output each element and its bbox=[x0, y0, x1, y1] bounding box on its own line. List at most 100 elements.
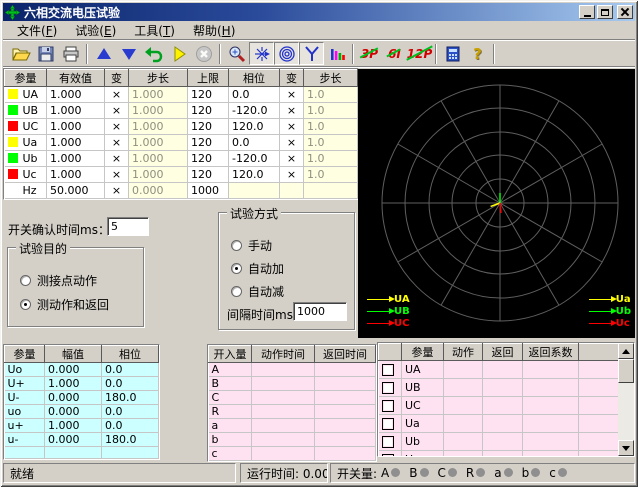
spiral-view-button[interactable] bbox=[274, 42, 299, 65]
phase-cell[interactable]: 0.0 bbox=[229, 135, 280, 151]
step-cell[interactable]: 1.0 bbox=[304, 87, 358, 103]
radio-button-icon[interactable] bbox=[231, 286, 242, 297]
maximize-button[interactable] bbox=[597, 5, 613, 19]
step-cell[interactable]: 1.0 bbox=[304, 151, 358, 167]
save-button[interactable] bbox=[33, 42, 58, 65]
mode-6i-button[interactable]: 6I bbox=[382, 42, 407, 65]
radio-button-icon[interactable] bbox=[20, 299, 31, 310]
limit-cell[interactable]: 120 bbox=[188, 167, 229, 183]
rms-cell[interactable]: 1.000 bbox=[47, 103, 105, 119]
interval-input[interactable] bbox=[293, 302, 347, 321]
row-checkbox[interactable] bbox=[382, 418, 394, 430]
radio-button-icon[interactable] bbox=[231, 263, 242, 274]
row-checkbox[interactable] bbox=[382, 400, 394, 412]
radio-test-act-return[interactable]: 测动作和返回 bbox=[20, 296, 109, 313]
app-icon[interactable] bbox=[5, 5, 20, 20]
switch-confirm-input[interactable] bbox=[107, 217, 149, 236]
row-checkbox[interactable] bbox=[382, 382, 394, 394]
vary-cell[interactable]: × bbox=[280, 151, 304, 167]
radio-auto-increase[interactable]: 自动加 bbox=[231, 260, 284, 277]
y-view-button[interactable] bbox=[299, 42, 324, 65]
step-cell[interactable]: 1.0 bbox=[304, 119, 358, 135]
radio-manual[interactable]: 手动 bbox=[231, 237, 272, 254]
start-button[interactable] bbox=[166, 42, 191, 65]
col-header[interactable]: 动作时间 bbox=[252, 346, 315, 363]
limit-cell[interactable]: 120 bbox=[188, 135, 229, 151]
step-cell[interactable]: 0.000 bbox=[129, 183, 188, 199]
limit-cell[interactable]: 120 bbox=[188, 87, 229, 103]
step-cell[interactable]: 1.0 bbox=[304, 103, 358, 119]
row-checkbox[interactable] bbox=[382, 364, 394, 376]
close-button[interactable] bbox=[617, 5, 633, 19]
scroll-up-button[interactable] bbox=[618, 343, 634, 359]
radio-test-contact[interactable]: 测接点动作 bbox=[20, 272, 97, 289]
vary-cell[interactable]: × bbox=[105, 87, 129, 103]
vary-cell[interactable]: × bbox=[105, 103, 129, 119]
col-header[interactable]: 步长 bbox=[129, 70, 188, 87]
phase-cell[interactable]: 0.0 bbox=[229, 87, 280, 103]
step-cell[interactable]: 1.000 bbox=[129, 119, 188, 135]
col-header[interactable]: 返回时间 bbox=[315, 346, 376, 363]
vary-cell[interactable]: × bbox=[105, 135, 129, 151]
rms-cell[interactable]: 50.000 bbox=[47, 183, 105, 199]
col-header[interactable]: 相位 bbox=[102, 346, 159, 363]
step-cell[interactable]: 1.000 bbox=[129, 135, 188, 151]
step-down-button[interactable] bbox=[116, 42, 141, 65]
col-header[interactable]: 参量 bbox=[402, 344, 444, 361]
menu-item-tools[interactable]: 工具(T) bbox=[126, 20, 183, 41]
vary-cell[interactable]: × bbox=[280, 167, 304, 183]
step-cell[interactable]: 1.0 bbox=[304, 167, 358, 183]
vary-cell[interactable]: × bbox=[280, 87, 304, 103]
stop-button[interactable] bbox=[191, 42, 216, 65]
rms-cell[interactable]: 1.000 bbox=[47, 87, 105, 103]
step-cell[interactable]: 1.0 bbox=[304, 135, 358, 151]
row-checkbox[interactable] bbox=[382, 454, 394, 457]
step-cell[interactable]: 1.000 bbox=[129, 103, 188, 119]
step-cell[interactable]: 1.000 bbox=[129, 87, 188, 103]
col-header[interactable]: 变 bbox=[280, 70, 304, 87]
vary-cell[interactable]: × bbox=[105, 183, 129, 199]
phase-cell[interactable]: 120.0 bbox=[229, 167, 280, 183]
menu-item-help[interactable]: 帮助(H) bbox=[185, 20, 243, 41]
radio-auto-decrease[interactable]: 自动减 bbox=[231, 283, 284, 300]
phase-cell[interactable]: -120.0 bbox=[229, 103, 280, 119]
limit-cell[interactable]: 1000 bbox=[188, 183, 229, 199]
col-header[interactable]: 相位 bbox=[229, 70, 280, 87]
help-button[interactable]: ? bbox=[465, 42, 490, 65]
scroll-down-button[interactable] bbox=[618, 440, 634, 456]
col-header[interactable]: 动作 bbox=[444, 344, 483, 361]
col-header[interactable]: 返回 bbox=[483, 344, 523, 361]
col-header[interactable]: 返回系数 bbox=[523, 344, 579, 361]
limit-cell[interactable]: 120 bbox=[188, 103, 229, 119]
vary-cell[interactable]: × bbox=[105, 151, 129, 167]
radio-button-icon[interactable] bbox=[231, 240, 242, 251]
print-button[interactable] bbox=[58, 42, 83, 65]
col-header[interactable]: 上限 bbox=[188, 70, 229, 87]
phase-cell[interactable]: -120.0 bbox=[229, 151, 280, 167]
rms-cell[interactable]: 1.000 bbox=[47, 135, 105, 151]
step-cell[interactable]: 1.000 bbox=[129, 151, 188, 167]
mode-3p-button[interactable]: 3P bbox=[357, 42, 382, 65]
col-header[interactable]: 幅值 bbox=[45, 346, 102, 363]
scroll-thumb[interactable] bbox=[618, 359, 634, 383]
minimize-button[interactable] bbox=[579, 5, 595, 19]
rms-cell[interactable]: 1.000 bbox=[47, 167, 105, 183]
rms-cell[interactable]: 1.000 bbox=[47, 151, 105, 167]
col-header[interactable]: 变 bbox=[105, 70, 129, 87]
limit-cell[interactable]: 120 bbox=[188, 151, 229, 167]
vary-cell[interactable]: × bbox=[105, 119, 129, 135]
phasor-view-button[interactable] bbox=[249, 42, 274, 65]
zoom-button[interactable] bbox=[224, 42, 249, 65]
col-header[interactable]: 开入量 bbox=[209, 346, 252, 363]
calculator-button[interactable] bbox=[440, 42, 465, 65]
open-button[interactable] bbox=[8, 42, 33, 65]
limit-cell[interactable]: 120 bbox=[188, 119, 229, 135]
vary-cell[interactable]: × bbox=[280, 119, 304, 135]
row-checkbox[interactable] bbox=[382, 436, 394, 448]
mode-12p-button[interactable]: 12P bbox=[407, 42, 432, 65]
radio-button-icon[interactable] bbox=[20, 275, 31, 286]
menu-item-test[interactable]: 试验(E) bbox=[67, 20, 124, 41]
step-cell[interactable]: 1.000 bbox=[129, 167, 188, 183]
rms-cell[interactable]: 1.000 bbox=[47, 119, 105, 135]
col-header[interactable]: 有效值 bbox=[47, 70, 105, 87]
